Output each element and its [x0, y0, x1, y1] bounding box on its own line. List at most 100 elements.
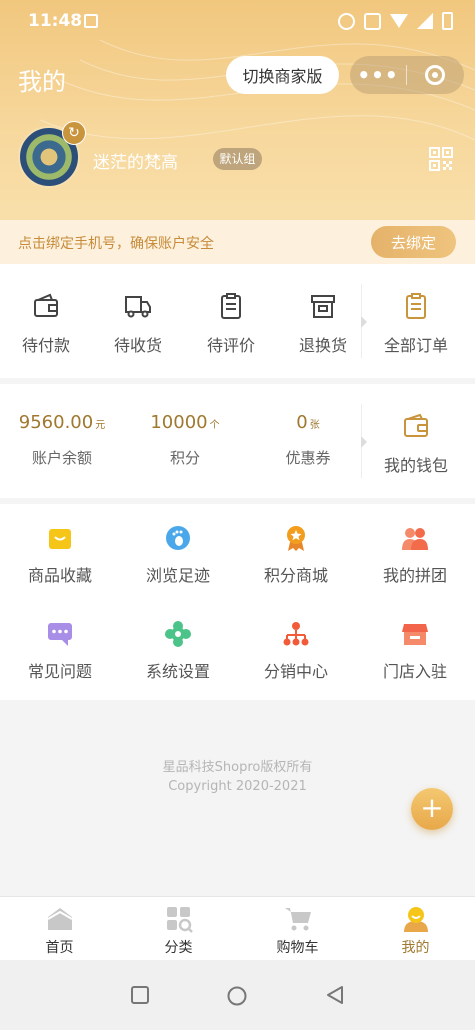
recents-icon[interactable]: [130, 985, 150, 1005]
more-options-button[interactable]: •••: [350, 63, 406, 87]
username[interactable]: 迷茫的梵高: [93, 148, 178, 173]
tab-label: 我的: [401, 940, 430, 956]
gallery-icon: [84, 14, 98, 28]
tool-label: 积分商城: [263, 566, 328, 585]
signal-icon: [417, 13, 433, 29]
battery-icon: [442, 12, 453, 30]
tool-label: 门店入驻: [382, 662, 447, 681]
tools-grid: 商品收藏 浏览足迹 积分商城 我的拼团 常见问题 系统设置 分销中心 门店入驻: [0, 504, 475, 700]
tool-label: 系统设置: [145, 662, 210, 681]
qrcode-icon[interactable]: [429, 147, 453, 171]
target-icon: [425, 65, 445, 85]
volte-icon: [364, 12, 381, 30]
tab-label: 购物车: [276, 940, 319, 956]
status-time: 11:48: [28, 11, 83, 31]
order-pending-review[interactable]: 待评价: [186, 292, 276, 356]
coupons-label: 优惠券: [285, 449, 331, 467]
tool-footprint[interactable]: 浏览足迹: [119, 524, 237, 586]
settings-icon: [165, 621, 191, 647]
tab-profile[interactable]: 我的: [356, 905, 475, 957]
tool-store-join[interactable]: 门店入驻: [356, 620, 474, 682]
order-pending-payment[interactable]: 待付款: [1, 292, 91, 356]
points[interactable]: 10000 个 积分: [130, 412, 240, 468]
balance-label: 账户余额: [31, 449, 92, 467]
tab-home[interactable]: 首页: [0, 905, 119, 957]
tool-label: 商品收藏: [27, 566, 92, 585]
coupons-value: 0: [296, 412, 308, 433]
account-balance[interactable]: 9560.00 元 账户余额: [7, 412, 117, 468]
tab-category[interactable]: 分类: [119, 905, 238, 957]
close-miniapp-button[interactable]: [407, 65, 463, 85]
cart-icon: [284, 908, 311, 931]
copyright-line2: Copyright 2020-2021: [168, 779, 307, 794]
tool-settings[interactable]: 系统设置: [119, 620, 237, 682]
truck-icon: [125, 296, 151, 318]
balance-unit: 元: [95, 420, 106, 431]
alarm-icon: [338, 12, 355, 30]
favorites-icon: [49, 529, 71, 549]
order-returns[interactable]: 退换货: [278, 292, 368, 356]
back-icon[interactable]: [325, 985, 345, 1005]
tab-label: 分类: [164, 940, 193, 956]
wallet-divider-arrow: [361, 436, 367, 448]
copyright-line1: 星品科技Shopro版权所有: [162, 760, 313, 775]
orders-section: 待付款 待收货 待评价 退换货 全部订单: [0, 264, 475, 378]
switch-merchant-button[interactable]: 切换商家版: [226, 56, 339, 94]
box-icon: [311, 295, 335, 318]
order-label: 待评价: [206, 336, 255, 355]
tool-favorites[interactable]: 商品收藏: [1, 524, 119, 586]
status-bar: 11:48: [0, 0, 475, 44]
orders-icon: [406, 293, 426, 319]
category-icon: [166, 907, 193, 933]
my-wallet-button[interactable]: 我的钱包: [368, 412, 464, 476]
tool-label: 分销中心: [263, 662, 328, 681]
wallet-section: 9560.00 元 账户余额 10000 个 积分 0张 优惠券 我的钱包: [0, 384, 475, 498]
store-icon: [402, 624, 428, 645]
footprint-icon: [166, 526, 190, 550]
order-label: 退换货: [298, 336, 347, 355]
tool-label: 浏览足迹: [145, 566, 210, 585]
home-circle-icon[interactable]: [226, 985, 248, 1007]
tab-label: 首页: [45, 940, 74, 956]
order-label: 全部订单: [383, 336, 448, 355]
my-wallet-label: 我的钱包: [383, 456, 448, 475]
bind-phone-text: 点击绑定手机号，确保账户安全: [18, 236, 214, 252]
faq-icon: [48, 623, 72, 646]
bottom-tab-bar: 首页 分类 购物车 我的: [0, 896, 475, 960]
home-icon: [46, 908, 73, 930]
medal-icon: [287, 526, 305, 551]
profile-icon: [403, 907, 428, 932]
tool-label: 我的拼团: [382, 566, 447, 585]
refresh-icon[interactable]: ↻: [62, 121, 86, 145]
order-label: 待收货: [113, 336, 162, 355]
system-nav-bar: [0, 960, 475, 1030]
user-group-badge: 默认组: [213, 148, 262, 170]
points-value: 10000: [150, 412, 208, 433]
balance-value: 9560.00: [18, 412, 94, 433]
tool-distribution[interactable]: 分销中心: [237, 620, 355, 682]
add-floating-button[interactable]: +: [411, 788, 453, 830]
distribution-icon: [283, 622, 309, 646]
bind-phone-button[interactable]: 去绑定: [371, 226, 456, 258]
clipboard-icon: [221, 293, 241, 319]
points-label: 积分: [169, 449, 200, 467]
all-orders-button[interactable]: 全部订单: [371, 292, 461, 356]
group-icon: [402, 528, 428, 550]
tool-group-buy[interactable]: 我的拼团: [356, 524, 474, 586]
tab-cart[interactable]: 购物车: [238, 905, 357, 957]
tool-label: 常见问题: [27, 662, 92, 681]
orders-divider-arrow: [361, 316, 367, 328]
wifi-icon: [390, 14, 408, 28]
wallet-icon: [404, 413, 428, 437]
order-pending-receipt[interactable]: 待收货: [93, 292, 183, 356]
copyright: 星品科技Shopro版权所有 Copyright 2020-2021: [0, 758, 475, 796]
points-unit: 个: [209, 420, 220, 431]
coupons-unit: 张: [309, 420, 320, 431]
page-title: 我的: [18, 68, 66, 96]
miniapp-capsule: •••: [350, 56, 464, 94]
wallet-icon: [34, 293, 58, 317]
tool-points-mall[interactable]: 积分商城: [237, 524, 355, 586]
coupons[interactable]: 0张 优惠券: [253, 412, 363, 468]
tool-faq[interactable]: 常见问题: [1, 620, 119, 682]
order-label: 待付款: [21, 336, 70, 355]
